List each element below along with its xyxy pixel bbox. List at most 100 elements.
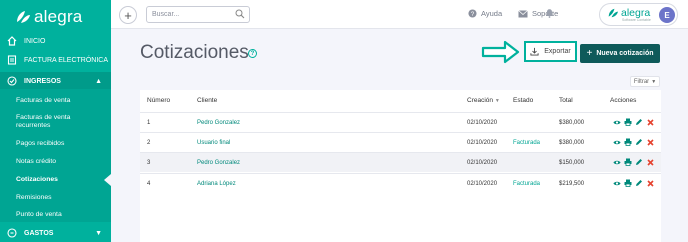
cell-created: 02/10/2020 — [467, 160, 498, 166]
cell-status: Facturada — [513, 140, 541, 146]
gastos-icon — [7, 228, 17, 238]
arrow-right-icon — [481, 40, 520, 64]
quick-add-button[interactable]: + — [119, 6, 137, 24]
account-tagline: Software Contable — [622, 18, 651, 22]
delete-icon[interactable] — [646, 118, 654, 126]
cell-created: 02/10/2020 — [467, 181, 498, 187]
sidebar-item-label: Notas crédito — [16, 157, 57, 165]
nav-ingresos[interactable]: INGRESOS ▲ — [0, 72, 111, 90]
account-menu[interactable]: alegra Software Contable E — [599, 3, 678, 26]
sidebar-item-cotizaciones[interactable]: Cotizaciones — [0, 171, 111, 188]
cell-client[interactable]: Adriana López — [197, 181, 236, 187]
sidebar-item-punto-venta[interactable]: Punto de venta — [0, 206, 111, 223]
ingresos-icon — [7, 76, 17, 86]
sidebar-item-label: Remisiones — [16, 193, 52, 201]
eye-icon[interactable] — [613, 118, 621, 126]
cell-number: 3 — [147, 160, 151, 166]
col-header-status[interactable]: Estado — [513, 97, 533, 104]
topbar: + ? Ayuda Soporte alegra Software Contab… — [111, 0, 688, 29]
sidebar-item-pagos-recibidos[interactable]: Pagos recibidos — [0, 135, 111, 152]
delete-icon[interactable] — [646, 138, 654, 146]
cell-total: $219,500 — [559, 181, 585, 187]
filter-label: Filtrar — [633, 78, 650, 85]
row-actions — [613, 118, 654, 126]
sidebar: alegra INICIO FACTURA ELECTRÓNICA INGRES… — [0, 0, 111, 242]
cell-number: 2 — [147, 140, 151, 146]
eye-icon[interactable] — [613, 179, 621, 187]
avatar[interactable]: E — [659, 7, 675, 23]
row-actions — [613, 138, 654, 146]
nav-inicio[interactable]: INICIO — [0, 32, 111, 50]
chevron-down-icon: ▼ — [651, 78, 657, 85]
table-row[interactable]: 4 Adriana López 02/10/2020 Facturada $219,50… — [140, 173, 661, 193]
help-icon[interactable]: ? — [248, 49, 257, 58]
cell-client[interactable]: Usuario final — [197, 140, 230, 146]
cell-number: 1 — [147, 120, 151, 126]
col-header-created-label: Creación — [467, 97, 494, 104]
invoice-icon — [7, 55, 17, 65]
col-header-number[interactable]: Número — [147, 97, 170, 104]
export-label: Exportar — [544, 48, 571, 55]
row-actions — [613, 158, 654, 166]
edit-icon[interactable] — [635, 158, 643, 166]
sidebar-item-label: Facturas de venta — [16, 96, 71, 104]
nav-ingresos-label: INGRESOS — [24, 77, 61, 85]
delete-icon[interactable] — [646, 158, 654, 166]
row-actions — [613, 179, 654, 187]
print-icon[interactable] — [624, 158, 632, 166]
col-header-actions: Acciones — [610, 97, 637, 104]
edit-icon[interactable] — [635, 118, 643, 126]
mail-icon — [518, 9, 528, 17]
brand-name: alegra — [34, 7, 83, 26]
edit-icon[interactable] — [635, 179, 643, 187]
cell-client[interactable]: Pedro Gonzalez — [197, 160, 240, 166]
print-icon[interactable] — [624, 179, 632, 187]
col-header-total[interactable]: Total — [559, 97, 573, 104]
sidebar-item-facturas-venta[interactable]: Facturas de venta — [0, 92, 111, 109]
chevron-down-icon: ▼ — [95, 229, 102, 237]
cell-created: 02/10/2020 — [467, 120, 498, 126]
nav-factura-electronica[interactable]: FACTURA ELECTRÓNICA — [0, 51, 111, 69]
table-row[interactable]: 2 Usuario final 02/10/2020 Facturada $380,00… — [140, 132, 661, 152]
ingresos-submenu: Facturas de venta Facturas de venta recu… — [0, 89, 111, 222]
cell-client[interactable]: Pedro Gonzalez — [197, 120, 240, 126]
search-icon[interactable] — [235, 9, 245, 19]
sidebar-item-facturas-recurrentes[interactable]: Facturas de venta recurrentes — [0, 109, 111, 135]
sidebar-item-remisiones[interactable]: Remisiones — [0, 189, 111, 206]
print-icon[interactable] — [624, 118, 632, 126]
eye-icon[interactable] — [613, 138, 621, 146]
quotes-table: Número Cliente Creación ▼ Estado Total A… — [140, 90, 661, 242]
sidebar-item-label: Facturas de venta recurrentes — [16, 114, 71, 129]
new-quote-button[interactable]: + Nueva cotización — [580, 44, 660, 63]
new-quote-label: Nueva cotización — [596, 50, 654, 57]
cell-status: Facturada — [513, 181, 541, 187]
alegra-logo[interactable]: alegra — [15, 7, 83, 26]
help-link[interactable]: ? Ayuda — [468, 9, 502, 18]
svg-text:?: ? — [471, 11, 475, 18]
col-header-client[interactable]: Cliente — [197, 97, 217, 104]
edit-icon[interactable] — [635, 138, 643, 146]
cell-number: 4 — [147, 181, 151, 187]
export-button[interactable]: Exportar — [524, 41, 577, 62]
home-icon — [7, 36, 17, 46]
col-header-created[interactable]: Creación ▼ — [467, 97, 500, 104]
filter-button[interactable]: Filtrar ▼ — [630, 76, 660, 87]
bell-icon[interactable] — [545, 8, 554, 18]
nav-factura-label: FACTURA ELECTRÓNICA — [24, 56, 109, 64]
table-row[interactable]: 1 Pedro Gonzalez 02/10/2020 $380,000 — [140, 112, 661, 132]
cell-created: 02/10/2020 — [467, 140, 498, 146]
cell-total: $380,000 — [559, 120, 585, 126]
nav-gastos[interactable]: GASTOS ▼ — [0, 224, 111, 242]
eye-icon[interactable] — [613, 158, 621, 166]
leaf-logo-icon — [17, 11, 30, 23]
active-item-caret — [104, 174, 111, 186]
page-title: Cotizaciones — [140, 42, 249, 63]
sidebar-item-label: Pagos recibidos — [16, 139, 65, 147]
sidebar-item-label: Cotizaciones — [16, 175, 58, 183]
print-icon[interactable] — [624, 138, 632, 146]
delete-icon[interactable] — [646, 179, 654, 187]
sort-desc-icon: ▼ — [494, 98, 500, 104]
help-circle-icon: ? — [468, 9, 477, 18]
sidebar-item-notas-credito[interactable]: Notas crédito — [0, 153, 111, 170]
table-row[interactable]: 3 Pedro Gonzalez 02/10/2020 $150,000 — [140, 152, 661, 172]
